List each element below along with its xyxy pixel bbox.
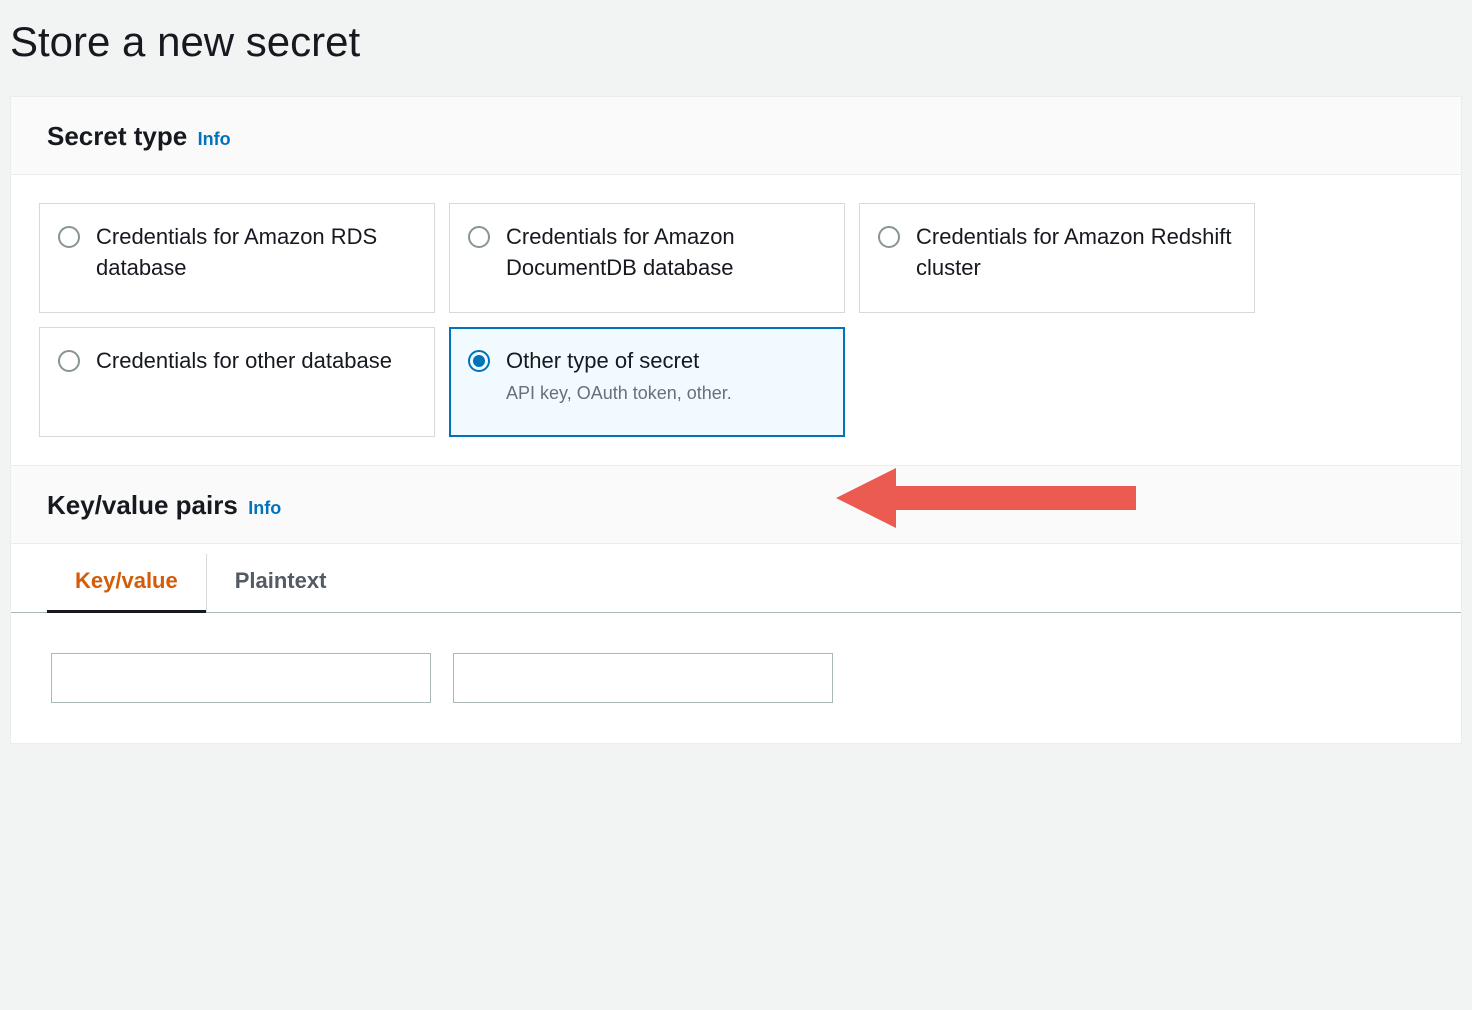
value-input[interactable] — [453, 653, 833, 703]
option-rds[interactable]: Credentials for Amazon RDS database — [39, 203, 435, 313]
option-label: Credentials for other database — [96, 346, 392, 377]
secret-form-panel: Secret type Info Credentials for Amazon … — [10, 96, 1462, 744]
secret-type-heading: Secret type — [47, 121, 187, 151]
tab-plaintext[interactable]: Plaintext — [207, 554, 355, 612]
option-label: Credentials for Amazon DocumentDB databa… — [506, 222, 824, 284]
secret-type-body: Credentials for Amazon RDS database Cred… — [11, 175, 1461, 465]
radio-icon — [58, 226, 80, 248]
radio-icon — [468, 226, 490, 248]
option-label: Credentials for Amazon Redshift cluster — [916, 222, 1234, 284]
option-label: Credentials for Amazon RDS database — [96, 222, 414, 284]
option-documentdb[interactable]: Credentials for Amazon DocumentDB databa… — [449, 203, 845, 313]
page-title: Store a new secret — [0, 0, 1472, 96]
keyvalue-info-link[interactable]: Info — [248, 498, 281, 518]
keyvalue-heading: Key/value pairs — [47, 490, 238, 520]
option-redshift[interactable]: Credentials for Amazon Redshift cluster — [859, 203, 1255, 313]
keyvalue-header: Key/value pairs Info — [11, 465, 1461, 544]
secret-type-options: Credentials for Amazon RDS database Cred… — [39, 203, 1433, 437]
radio-icon — [878, 226, 900, 248]
secret-type-header: Secret type Info — [11, 97, 1461, 175]
option-other-db[interactable]: Credentials for other database — [39, 327, 435, 437]
option-label: Other type of secret — [506, 346, 732, 377]
radio-icon — [468, 350, 490, 372]
tab-keyvalue[interactable]: Key/value — [47, 554, 207, 612]
keyvalue-tabs: Key/value Plaintext — [11, 544, 1461, 613]
option-other-secret[interactable]: Other type of secret API key, OAuth toke… — [449, 327, 845, 437]
key-input[interactable] — [51, 653, 431, 703]
secret-type-info-link[interactable]: Info — [198, 129, 231, 149]
option-description: API key, OAuth token, other. — [506, 381, 732, 406]
keyvalue-body — [11, 613, 1461, 743]
radio-icon — [58, 350, 80, 372]
